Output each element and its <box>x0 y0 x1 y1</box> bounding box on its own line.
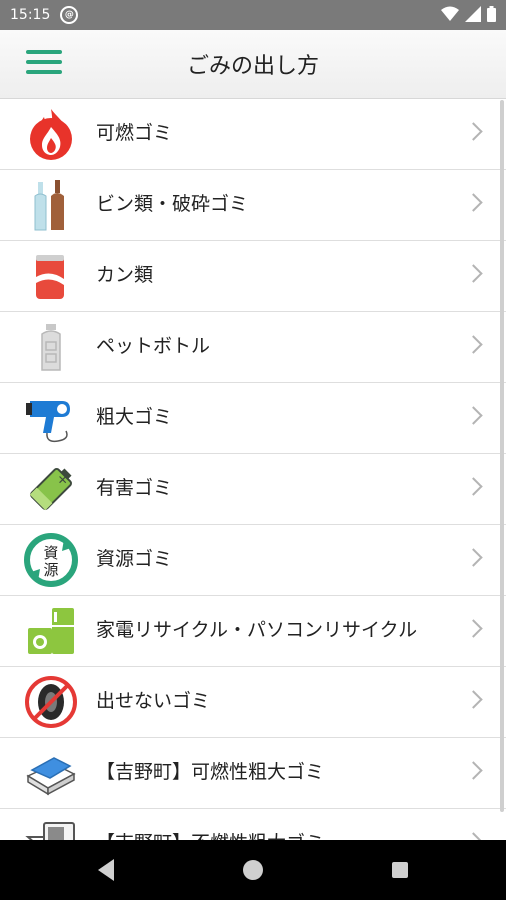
list-item-pet-bottles[interactable]: ペットボトル <box>0 312 506 383</box>
chevron-right-icon <box>464 193 483 212</box>
item-label: カン類 <box>96 264 154 287</box>
item-label: 【吉野町】不燃性粗大ゴミ <box>96 809 446 840</box>
chevron-right-icon <box>464 548 483 567</box>
item-label: 出せないゴミ <box>96 690 211 713</box>
prohibited-tire-icon <box>25 676 77 728</box>
chevron-right-icon <box>464 832 483 840</box>
system-navigation-bar <box>0 840 506 900</box>
garbage-category-list: 可燃ゴミ ビン類・破砕ゴミ カン類 ペットボトル 粗大ゴミ + 有害ゴミ 資 源… <box>0 99 506 840</box>
item-label: 【吉野町】可燃性粗大ゴミ <box>96 761 325 784</box>
list-item-bottles[interactable]: ビン類・破砕ゴミ <box>0 170 506 241</box>
microwave-icon <box>25 822 75 840</box>
battery-icon: + <box>29 468 73 511</box>
signal-icon <box>465 6 481 22</box>
list-item-non-disposable[interactable]: 出せないゴミ <box>0 667 506 738</box>
futon-icon <box>26 757 76 796</box>
wifi-icon <box>441 6 459 21</box>
flame-icon <box>30 109 72 160</box>
hair-dryer-icon <box>26 401 70 443</box>
item-label: 有害ゴミ <box>96 477 173 500</box>
back-icon[interactable] <box>98 859 114 881</box>
chevron-right-icon <box>464 406 483 425</box>
item-label: 粗大ゴミ <box>96 406 173 429</box>
list-item-hazardous[interactable]: + 有害ゴミ <box>0 454 506 525</box>
scrollbar[interactable] <box>500 100 504 812</box>
list-item-cans[interactable]: カン類 <box>0 241 506 312</box>
chevron-right-icon <box>464 264 483 283</box>
item-label: 家電リサイクル・パソコンリサイクル <box>96 619 418 642</box>
bottles-icon <box>34 180 64 231</box>
pet-bottle-icon <box>41 324 61 371</box>
list-item-yoshino-combustible-oversized[interactable]: 【吉野町】可燃性粗大ゴミ <box>0 738 506 809</box>
status-bar: 15:15 @ <box>0 0 506 30</box>
list-item-appliance-recycling[interactable]: 家電リサイクル・パソコンリサイクル <box>0 596 506 667</box>
chevron-right-icon <box>464 761 483 780</box>
status-indicators <box>441 6 496 22</box>
home-icon[interactable] <box>243 860 263 880</box>
icon-text-bottom: 源 <box>43 561 58 579</box>
item-label: 可燃ゴミ <box>96 122 173 145</box>
sync-icon: @ <box>60 6 79 24</box>
chevron-right-icon <box>464 122 483 141</box>
item-label: 資源ゴミ <box>96 548 173 571</box>
status-time: 15:15 <box>10 7 51 23</box>
battery-status-icon <box>487 6 496 22</box>
list-item-oversized[interactable]: 粗大ゴミ <box>0 383 506 454</box>
appliances-icon <box>28 608 74 654</box>
recents-icon[interactable] <box>392 862 408 878</box>
item-label: ペットボトル <box>96 335 211 358</box>
list-item-resources[interactable]: 資 源 資源ゴミ <box>0 525 506 596</box>
chevron-right-icon <box>464 619 483 638</box>
app-bar: ごみの出し方 <box>0 30 506 99</box>
chevron-right-icon <box>464 477 483 496</box>
page-title: ごみの出し方 <box>186 54 319 79</box>
list-item-combustible[interactable]: 可燃ゴミ <box>0 99 506 170</box>
recycle-resource-icon: 資 源 <box>24 533 78 587</box>
item-label: ビン類・破砕ゴミ <box>96 193 249 216</box>
icon-text-top: 資 <box>43 544 58 562</box>
list-item-yoshino-noncombustible-oversized[interactable]: 【吉野町】不燃性粗大ゴミ <box>0 809 506 840</box>
can-icon <box>36 255 64 299</box>
chevron-right-icon <box>464 690 483 709</box>
chevron-right-icon <box>464 335 483 354</box>
